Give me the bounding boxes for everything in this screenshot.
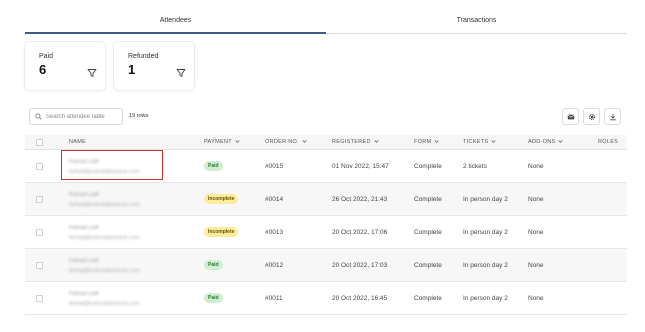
- tab-bar: Attendees Transactions: [25, 10, 627, 34]
- header-registered[interactable]: REGISTERED: [332, 139, 379, 145]
- header-tickets[interactable]: TICKETS: [463, 139, 496, 145]
- gear-icon: [588, 113, 595, 120]
- paid-card[interactable]: Paid 6: [25, 42, 105, 90]
- attendee-email: farhad@oxfordabstracts.com: [69, 301, 140, 307]
- attendee-email: farhad@oxfordabstracts.com: [69, 235, 140, 241]
- form-status: Complete: [414, 163, 442, 170]
- header-tickets-label: TICKETS: [463, 139, 489, 145]
- form-status: Complete: [414, 295, 442, 302]
- header-roles: ROLES: [598, 139, 619, 145]
- search-box[interactable]: [29, 108, 123, 125]
- email-button[interactable]: [562, 108, 579, 125]
- header-order[interactable]: ORDER NO.: [265, 139, 307, 145]
- header-payment-label: PAYMENT: [204, 139, 232, 145]
- chevron-down-icon: [491, 140, 496, 143]
- attendee-email: farhad@oxfordabstracts.com: [69, 169, 140, 175]
- header-order-label: ORDER NO.: [265, 139, 299, 145]
- registered-date: 20 Oct 2022, 16:45: [332, 295, 388, 302]
- paid-card-label: Paid: [39, 53, 54, 60]
- tickets-value: In person day 2: [463, 229, 508, 236]
- tab-attendees[interactable]: Attendees: [25, 10, 326, 34]
- chevron-down-icon: [235, 140, 240, 143]
- payment-badge: Paid: [204, 161, 223, 171]
- table-header: NAME PAYMENT ORDER NO. REGISTERED FORM T…: [25, 135, 627, 150]
- mail-icon: [567, 114, 574, 119]
- table-row[interactable]: Farhad Latif farhad@oxfordabstracts.com …: [25, 183, 627, 216]
- chevron-down-icon: [558, 140, 563, 143]
- addons-value: None: [528, 295, 544, 302]
- order-number: #0015: [265, 163, 284, 170]
- order-number: #0012: [265, 262, 284, 269]
- order-number: #0014: [265, 196, 284, 203]
- form-status: Complete: [414, 196, 442, 203]
- row-checkbox[interactable]: [36, 163, 43, 170]
- attendee-name: Farhad Latif: [69, 291, 99, 297]
- summary-cards: Paid 6 Refunded 1: [25, 42, 194, 90]
- table-row[interactable]: Farhad Latif farhad@oxfordabstracts.com …: [25, 216, 627, 249]
- header-name: NAME: [69, 139, 87, 145]
- filter-icon[interactable]: [87, 68, 97, 78]
- attendee-name: Farhad Latif: [69, 258, 99, 264]
- chevron-down-icon: [302, 140, 307, 143]
- tickets-value: In person day 2: [463, 196, 508, 203]
- refunded-card[interactable]: Refunded 1: [114, 42, 194, 90]
- refunded-card-label: Refunded: [128, 53, 159, 60]
- order-number: #0011: [265, 295, 283, 302]
- header-form[interactable]: FORM: [414, 139, 439, 145]
- addons-value: None: [528, 163, 544, 170]
- header-payment[interactable]: PAYMENT: [204, 139, 240, 145]
- settings-button[interactable]: [583, 108, 600, 125]
- registered-date: 20 Oct 2022, 17:03: [332, 262, 388, 269]
- table-row[interactable]: Farhad Latif farhad@oxfordabstracts.com …: [25, 150, 627, 183]
- rows-count: 19 rows: [129, 113, 149, 119]
- payment-badge: Incomplete: [204, 194, 239, 204]
- download-icon: [609, 113, 616, 120]
- tickets-value: In person day 2: [463, 262, 508, 269]
- row-checkbox[interactable]: [36, 196, 43, 203]
- header-registered-label: REGISTERED: [332, 139, 371, 145]
- tickets-value: In person day 2: [463, 295, 508, 302]
- registered-date: 26 Oct 2022, 21:43: [332, 196, 388, 203]
- filter-icon[interactable]: [176, 68, 186, 78]
- search-icon: [35, 113, 42, 120]
- registered-date: 20 Oct 2022, 17:06: [332, 229, 388, 236]
- payment-badge: Incomplete: [204, 227, 239, 237]
- row-checkbox[interactable]: [36, 229, 43, 236]
- attendee-email: farhad@oxfordabstracts.com: [69, 268, 140, 274]
- attendee-name: Farhad Latif: [69, 192, 99, 198]
- form-status: Complete: [414, 229, 442, 236]
- name-highlight-box: [61, 150, 163, 180]
- attendee-name: Farhad Latif: [69, 225, 99, 231]
- table-toolbar: 19 rows: [29, 108, 627, 126]
- header-form-label: FORM: [414, 139, 432, 145]
- tab-transactions[interactable]: Transactions: [326, 10, 627, 33]
- attendee-email: farhad@oxfordabstracts.com: [69, 202, 140, 208]
- row-checkbox[interactable]: [36, 295, 43, 302]
- order-number: #0013: [265, 229, 284, 236]
- tickets-value: 2 tickets: [463, 163, 487, 170]
- chevron-down-icon: [374, 140, 379, 143]
- header-addons[interactable]: ADD-ONS: [528, 139, 563, 145]
- header-addons-label: ADD-ONS: [528, 139, 556, 145]
- attendee-table: NAME PAYMENT ORDER NO. REGISTERED FORM T…: [25, 135, 627, 315]
- table-row[interactable]: Farhad Latif farhad@oxfordabstracts.com …: [25, 282, 627, 315]
- chevron-down-icon: [434, 140, 439, 143]
- payment-badge: Paid: [204, 260, 223, 270]
- download-button[interactable]: [604, 108, 621, 125]
- search-input[interactable]: [46, 113, 120, 120]
- form-status: Complete: [414, 262, 442, 269]
- select-all-checkbox[interactable]: [36, 139, 43, 146]
- attendee-name: Farhad Latif: [69, 159, 99, 165]
- registered-date: 01 Nov 2022, 15:47: [332, 163, 389, 170]
- row-checkbox[interactable]: [36, 262, 43, 269]
- addons-value: None: [528, 229, 544, 236]
- table-row[interactable]: Farhad Latif farhad@oxfordabstracts.com …: [25, 249, 627, 282]
- payment-badge: Paid: [204, 293, 223, 303]
- addons-value: None: [528, 262, 544, 269]
- addons-value: None: [528, 196, 544, 203]
